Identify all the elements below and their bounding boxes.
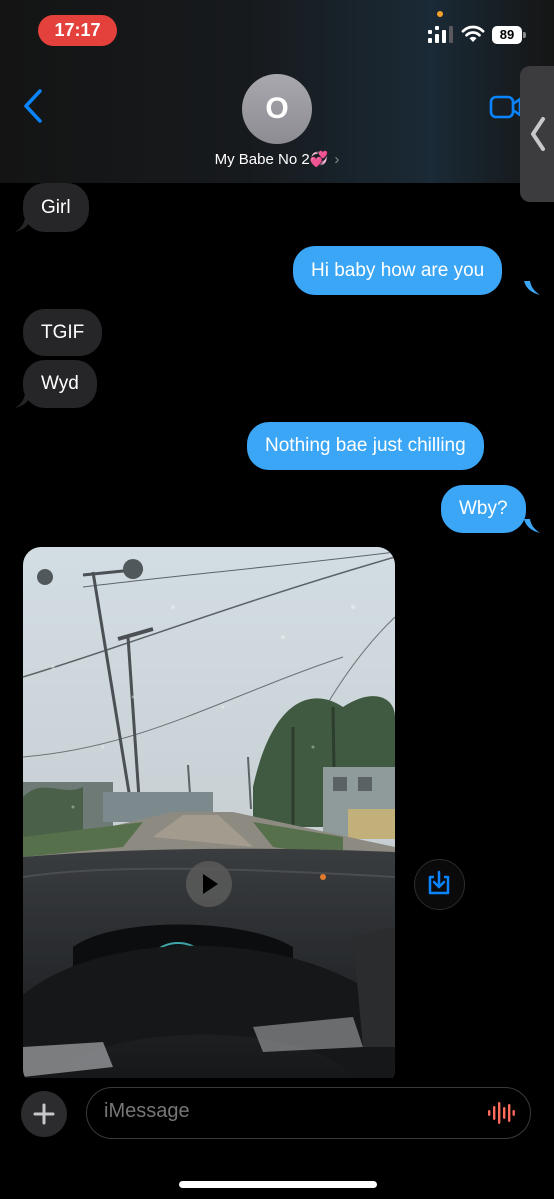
play-icon (203, 874, 218, 894)
side-panel-handle[interactable] (520, 66, 554, 202)
audio-waveform-icon[interactable] (487, 1102, 515, 1124)
cellular-signal-icon (428, 26, 453, 43)
download-icon (428, 870, 450, 895)
plus-icon (33, 1103, 55, 1125)
back-chevron-icon[interactable] (20, 88, 48, 124)
message-bubble-incoming[interactable]: Wyd (23, 360, 97, 408)
message-bubble-outgoing[interactable]: Wby? (441, 485, 526, 533)
contact-name: My Babe No 2💞 (214, 151, 329, 168)
bubble-tail (15, 218, 31, 232)
message-bubble-outgoing[interactable]: Nothing bae just chilling (247, 422, 484, 470)
bubble-tail (15, 394, 31, 408)
message-bubble-incoming[interactable]: Girl (23, 183, 89, 232)
add-attachment-button[interactable] (21, 1091, 67, 1137)
chevron-right-icon: › (334, 151, 340, 168)
privacy-indicator-dot (437, 11, 443, 17)
wifi-icon (461, 25, 485, 42)
side-handle-chevron-icon (531, 117, 545, 151)
video-thumbnail (23, 547, 395, 1087)
message-input-placeholder: iMessage (104, 1100, 190, 1122)
play-button[interactable] (186, 861, 232, 907)
home-indicator[interactable] (179, 1181, 377, 1188)
message-bubble-incoming[interactable]: TGIF (23, 309, 103, 356)
bubble-tail (524, 281, 540, 295)
contact-avatar[interactable]: O (242, 74, 312, 144)
message-bubble-outgoing[interactable]: Hi baby how are you (293, 246, 503, 295)
video-attachment[interactable] (23, 547, 395, 1087)
battery-icon: 89 (492, 26, 526, 44)
status-time[interactable]: 17:17 (38, 15, 117, 46)
download-button[interactable] (414, 859, 465, 910)
contact-name-row[interactable]: My Babe No 2💞 › (0, 150, 554, 168)
battery-level: 89 (492, 26, 522, 44)
conversation-header: 17:17 89 O My Babe No 2💞 › (0, 0, 554, 202)
video-call-icon[interactable] (489, 94, 521, 120)
bubble-tail (524, 519, 540, 533)
